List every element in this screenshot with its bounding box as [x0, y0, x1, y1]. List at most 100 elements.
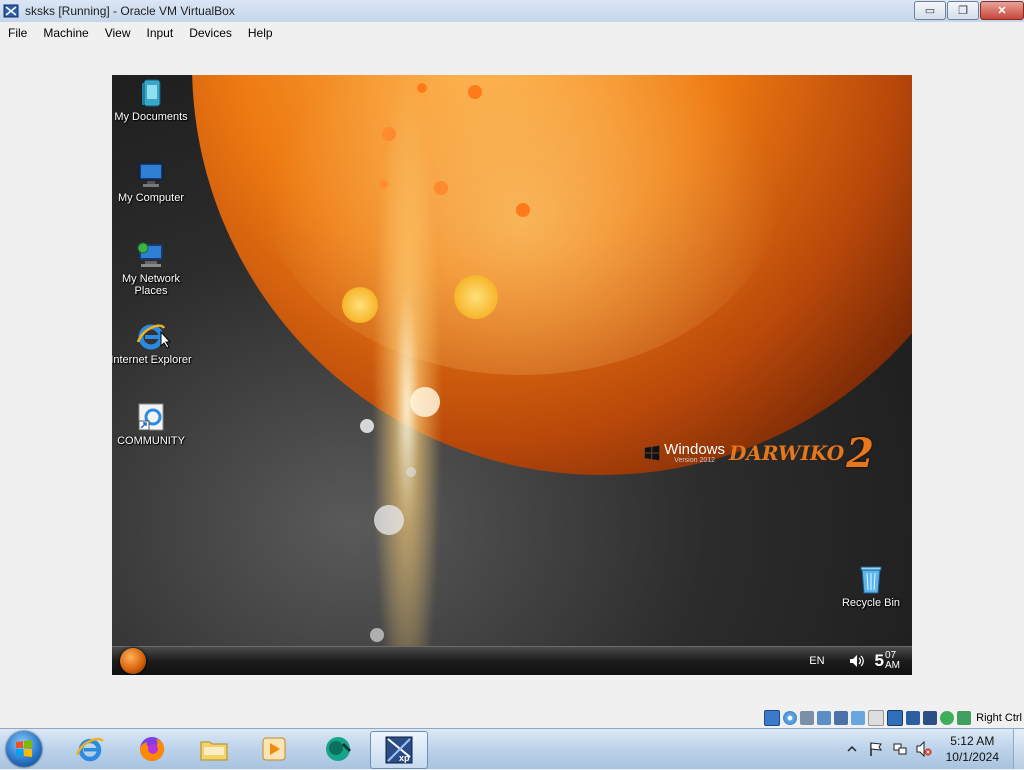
taskbar-media-player[interactable] — [246, 731, 302, 767]
close-button[interactable]: ✕ — [980, 1, 1024, 20]
host-key-label[interactable]: Right Ctrl — [976, 712, 1022, 724]
desktop-icon-community[interactable]: COMMUNITY — [112, 401, 196, 447]
wallpaper-bokeh — [342, 287, 378, 323]
virtualization-icon[interactable] — [923, 711, 938, 725]
start-button[interactable] — [6, 731, 42, 767]
guest-system-tray: EN 5 07 AM — [809, 647, 900, 675]
desktop-icon-label: Recycle Bin — [841, 597, 901, 609]
menu-input[interactable]: Input — [139, 26, 182, 40]
media-player-icon — [262, 737, 286, 761]
wallpaper-branding: Windows Version 2012 DARWIKO 2 — [644, 429, 874, 477]
taskbar-windows-xp-vm[interactable]: xp — [370, 731, 428, 769]
virtualbox-app-icon — [3, 4, 19, 18]
wallpaper-bokeh — [417, 83, 427, 93]
vbox-status-bar: Right Ctrl — [761, 709, 1022, 727]
menu-file[interactable]: File — [0, 26, 35, 40]
desktop-icon-label: My Documents — [114, 111, 188, 123]
desktop-icon-my-computer[interactable]: My Computer — [112, 158, 196, 204]
guest-start-button[interactable] — [120, 648, 146, 674]
restore-button[interactable]: ❐ — [947, 1, 979, 20]
windows-xp-vm-icon: xp — [385, 736, 413, 764]
my-documents-icon — [142, 79, 161, 107]
show-hidden-icons-icon[interactable] — [844, 741, 860, 757]
guest-clock-hour[interactable]: 5 — [875, 651, 884, 671]
host-clock-date: 10/1/2024 — [945, 750, 999, 764]
virtualbox-icon — [326, 737, 352, 761]
menu-bar: File Machine View Input Devices Help — [0, 22, 1024, 43]
vm-display[interactable]: My Documents My Computer My Network Plac… — [112, 75, 912, 675]
window-title: sksks [Running] - Oracle VM VirtualBox — [25, 4, 235, 18]
mouse-cursor-icon — [160, 331, 172, 349]
taskbar-virtualbox[interactable] — [310, 731, 366, 767]
audio-icon[interactable] — [800, 711, 815, 725]
action-center-flag-icon[interactable] — [868, 741, 884, 757]
wallpaper-bokeh — [468, 85, 482, 99]
menu-view[interactable]: View — [97, 26, 139, 40]
guest-language-indicator[interactable]: EN — [809, 655, 824, 667]
host-taskbar: xp 5:12 AM 10/1/2024 — [0, 728, 1024, 769]
host-system-tray: 5:12 AM 10/1/2024 — [844, 729, 1024, 769]
my-network-places-icon — [137, 242, 163, 267]
wallpaper-bokeh — [360, 419, 374, 433]
desktop-icon-label: Internet Explorer — [112, 354, 192, 366]
desktop-icon-my-documents[interactable]: My Documents — [112, 77, 196, 123]
usb-icon[interactable] — [834, 711, 849, 725]
brand-number-text: 2 — [846, 429, 874, 477]
folder-icon — [200, 741, 228, 761]
show-desktop-button[interactable] — [1013, 729, 1024, 769]
desktop-icon-label: My Network Places — [121, 273, 181, 297]
desktop-icon-internet-explorer[interactable]: Internet Explorer — [112, 320, 196, 366]
guest-clock-detail[interactable]: 07 AM — [885, 651, 900, 671]
wallpaper-bokeh — [434, 181, 448, 195]
desktop-icon-my-network-places[interactable]: My Network Places — [112, 239, 196, 297]
my-computer-icon — [138, 162, 164, 187]
menu-devices[interactable]: Devices — [181, 26, 240, 40]
wallpaper-light-streak — [372, 75, 442, 675]
drag-and-drop-icon[interactable] — [868, 710, 885, 726]
guest-clock-ampm: AM — [885, 660, 900, 671]
wallpaper-bokeh — [406, 467, 416, 477]
taskbar-firefox[interactable] — [124, 731, 180, 767]
community-shortcut-icon — [138, 403, 164, 431]
network-icon[interactable] — [817, 711, 832, 725]
window-controls: ▭ ❐ ✕ — [913, 1, 1024, 20]
windows-logo-icon — [644, 445, 660, 461]
volume-muted-icon[interactable] — [916, 741, 932, 757]
internet-explorer-icon — [75, 737, 104, 762]
wallpaper-bokeh — [516, 203, 530, 217]
wallpaper-bokeh — [370, 628, 384, 642]
volume-icon[interactable] — [849, 654, 865, 668]
menu-help[interactable]: Help — [240, 26, 281, 40]
keyboard-capture-icon[interactable] — [957, 711, 972, 725]
taskbar-internet-explorer[interactable] — [62, 731, 118, 767]
desktop-icon-recycle-bin[interactable]: Recycle Bin — [826, 563, 912, 609]
windows-flag-icon — [16, 740, 32, 757]
host-clock-time: 5:12 AM — [950, 734, 995, 748]
recycle-bin-icon — [860, 566, 882, 594]
network-tray-icon[interactable] — [892, 741, 908, 757]
optical-drive-icon[interactable] — [783, 711, 798, 725]
shared-folders-icon[interactable] — [851, 711, 866, 725]
recording-icon[interactable] — [906, 711, 921, 725]
desktop-icon-label: COMMUNITY — [117, 435, 185, 447]
display-icon[interactable] — [887, 710, 904, 726]
minimize-button[interactable]: ▭ — [914, 1, 946, 20]
window-titlebar[interactable]: sksks [Running] - Oracle VM VirtualBox ▭… — [0, 0, 1024, 23]
wallpaper-bokeh — [382, 127, 396, 141]
mouse-integration-icon[interactable] — [940, 711, 955, 725]
svg-text:xp: xp — [399, 753, 410, 763]
brand-windows-text: Windows — [664, 440, 726, 458]
guest-taskbar: EN 5 07 AM — [112, 646, 912, 675]
wallpaper-bokeh — [374, 505, 404, 535]
taskbar-file-explorer[interactable] — [186, 731, 242, 767]
firefox-icon — [140, 737, 164, 761]
brand-edition-text: DARWIKO — [729, 441, 845, 465]
menu-machine[interactable]: Machine — [35, 26, 96, 40]
brand-version-text: Version 2012 — [674, 456, 716, 464]
wallpaper-bokeh — [380, 180, 388, 188]
hard-disk-icon[interactable] — [764, 710, 781, 726]
wallpaper-bokeh — [454, 275, 498, 319]
desktop-icon-label: My Computer — [117, 192, 185, 204]
host-clock[interactable]: 5:12 AM 10/1/2024 — [946, 733, 999, 765]
wallpaper-bokeh — [410, 387, 440, 417]
